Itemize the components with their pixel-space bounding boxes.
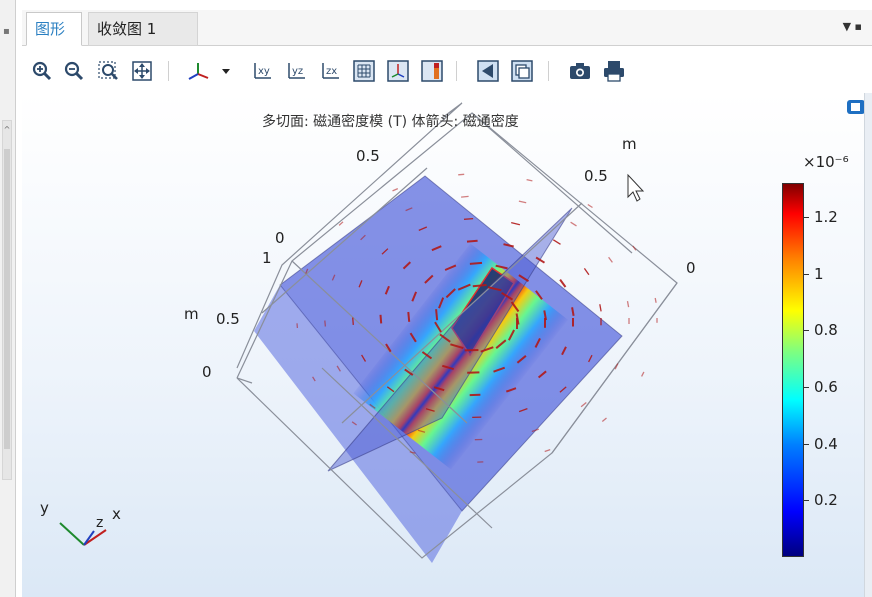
flux-arrow <box>654 297 657 303</box>
flux-arrow <box>626 300 630 308</box>
tick-0-top: 0 <box>275 229 285 247</box>
flux-arrow <box>570 221 577 227</box>
axis-unit-m-left: m <box>184 305 199 323</box>
zx-plane-icon[interactable]: zx <box>318 59 342 83</box>
flux-arrow <box>583 268 590 276</box>
pin-icon[interactable]: ▪ <box>3 26 10 37</box>
colorbar <box>782 183 804 557</box>
flux-arrow <box>458 173 465 176</box>
colorbar-tick-label: 1.2 <box>814 208 838 226</box>
graphics-window: ▪ ^ 图形 收敛图 1 ▼ ▪ xy yz zx y x z 多切面: 磁通密… <box>0 0 872 597</box>
flux-arrow <box>435 309 439 321</box>
tick-1-left: 1 <box>262 249 272 267</box>
colorbar-tick-label: 1 <box>814 264 824 283</box>
colorbar-tick-mark <box>804 330 809 332</box>
flux-arrow <box>587 203 593 209</box>
svg-text:xy: xy <box>258 66 270 77</box>
print-icon[interactable] <box>602 59 626 83</box>
svg-text:zx: zx <box>326 66 337 77</box>
flux-arrow <box>407 311 411 322</box>
colorbar-tick-mark <box>804 443 809 445</box>
tick-0.5-top-left: 0.5 <box>356 147 380 165</box>
flux-arrow <box>461 195 469 198</box>
flux-arrow <box>392 188 399 192</box>
triad-z-label: z <box>96 515 103 531</box>
graphics-canvas[interactable]: y x z 多切面: 磁通密度模 (T) 体箭头: 磁通密度 m 0.5 0.5… <box>22 93 866 597</box>
scroll-thumb[interactable] <box>4 149 10 449</box>
zoom-box-icon[interactable] <box>96 59 120 83</box>
svg-text:yz: yz <box>292 66 303 77</box>
flux-arrow <box>466 239 478 243</box>
grid-icon[interactable] <box>352 59 376 83</box>
tick-0.5-top-right: 0.5 <box>584 167 608 185</box>
flux-arrow <box>379 314 383 324</box>
zoom-out-icon[interactable] <box>62 59 86 83</box>
flux-arrow <box>608 256 613 263</box>
colorbar-tick-mark <box>804 273 809 275</box>
colorbar-tick-label: 0.6 <box>814 378 838 396</box>
axis-orientation-icon[interactable] <box>186 59 232 83</box>
zoom-extents-icon[interactable] <box>130 59 154 83</box>
triad-x-label: x <box>112 505 121 523</box>
tick-0-right: 0 <box>686 259 696 277</box>
colorbar-tick-mark <box>804 387 809 388</box>
tick-0-left: 0 <box>202 363 212 381</box>
right-edge-strip <box>864 93 872 597</box>
scroll-up-icon[interactable]: ^ <box>3 125 11 134</box>
triad-y-label: y <box>40 499 49 517</box>
xy-plane-icon[interactable]: xy <box>250 59 274 83</box>
legend-icon[interactable] <box>420 59 444 83</box>
graphics-toolbar: xy yz zx <box>22 47 872 93</box>
yz-plane-icon[interactable]: yz <box>284 59 308 83</box>
tab-graphics[interactable]: 图形 <box>26 12 82 46</box>
axis-unit-m-top: m <box>622 135 637 153</box>
left-panel-strip: ▪ ^ <box>0 0 16 597</box>
flux-arrow <box>641 371 645 377</box>
3d-scene[interactable]: y x z <box>22 93 864 597</box>
flux-arrow <box>463 217 474 220</box>
colorbar-tick-label: 0.8 <box>814 321 838 340</box>
colorbar-tick-label: 0.4 <box>814 434 838 453</box>
wireframe-icon[interactable] <box>510 59 534 83</box>
flux-arrow <box>580 401 587 408</box>
plot-title: 多切面: 磁通密度模 (T) 体箭头: 磁通密度 <box>262 114 519 130</box>
flux-arrow <box>352 317 354 325</box>
flux-arrow <box>599 304 602 312</box>
colorbar-tick-mark <box>804 217 809 218</box>
flux-arrow <box>469 261 483 265</box>
flux-arrow <box>511 221 521 226</box>
flux-arrow <box>526 178 533 182</box>
flux-arrow <box>518 200 527 204</box>
colorbar-exponent: ×10⁻⁶ <box>803 153 849 171</box>
scene-light-icon[interactable] <box>846 97 866 117</box>
tab-bar: 图形 收敛图 1 ▼ ▪ <box>22 10 872 46</box>
axis-icon[interactable] <box>386 59 410 83</box>
tab-convergence-plot[interactable]: 收敛图 1 <box>88 12 198 46</box>
flux-arrow <box>552 239 561 245</box>
transparency-icon[interactable] <box>476 59 500 83</box>
flux-arrow <box>324 320 327 327</box>
left-scrollbar[interactable]: ^ <box>2 120 12 480</box>
zoom-in-icon[interactable] <box>30 59 54 83</box>
tab-menu-icon[interactable]: ▼ ▪ <box>843 20 862 33</box>
mouse-cursor <box>627 173 645 202</box>
colorbar-tick-label: 0.2 <box>814 491 838 510</box>
colorbar-tick-mark <box>804 500 809 502</box>
flux-arrow <box>544 448 551 453</box>
flux-arrow <box>601 417 607 422</box>
flux-arrow <box>472 284 487 288</box>
tick-0.5-left: 0.5 <box>216 310 240 328</box>
camera-icon[interactable] <box>568 59 592 83</box>
